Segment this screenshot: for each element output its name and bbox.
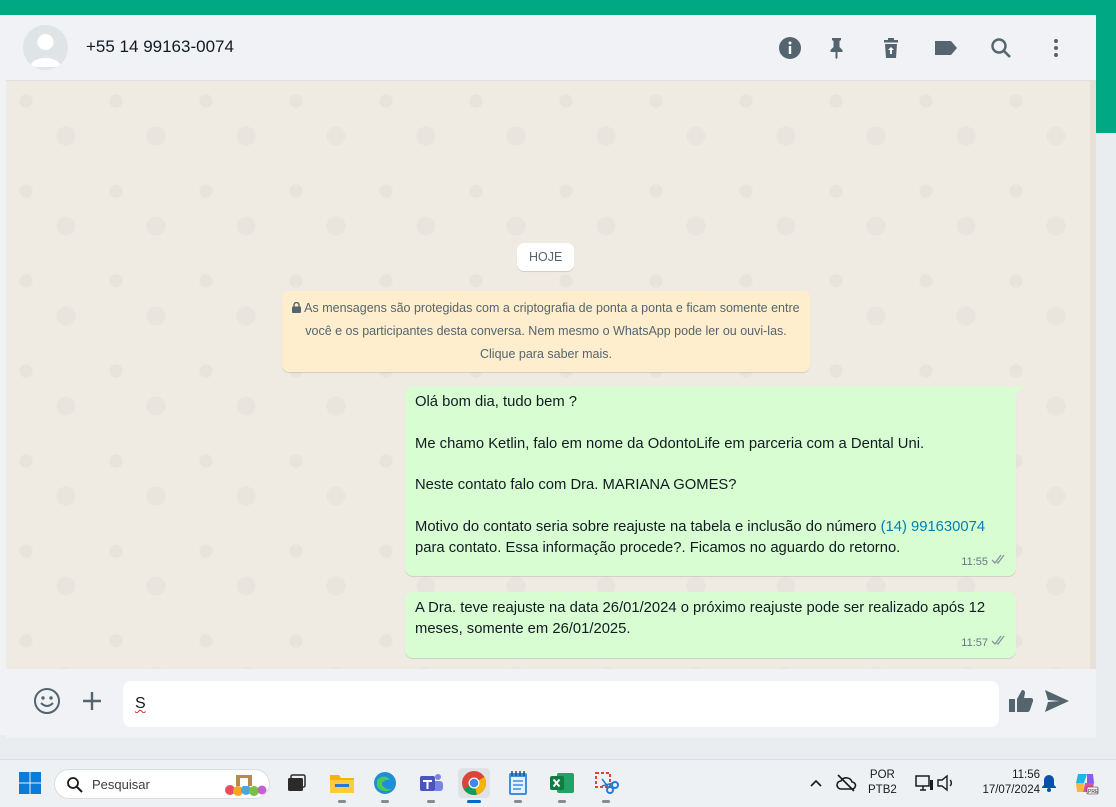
clock[interactable]: 11:56 17/07/2024: [970, 768, 1040, 798]
encryption-notice-text: As mensagens são protegidas com a cripto…: [304, 301, 800, 361]
edge-browser-icon[interactable]: [370, 768, 400, 803]
avatar[interactable]: [23, 25, 68, 70]
svg-text:PRE: PRE: [1088, 789, 1099, 795]
cloud-off-icon[interactable]: [831, 768, 861, 798]
language-code: POR: [869, 769, 895, 781]
excel-icon[interactable]: [547, 768, 577, 803]
windows-taskbar: Pesquisar POR PTB2 11:56 17/07/2024 PRE: [0, 759, 1116, 807]
pin-icon[interactable]: [824, 35, 850, 61]
message-text-line: Motivo do contato seria sobre reajuste n…: [415, 517, 1006, 559]
outgoing-message[interactable]: A Dra. teve reajuste na data 26/01/2024 …: [405, 592, 1016, 658]
file-explorer-icon[interactable]: [327, 768, 357, 803]
message-text: A Dra. teve reajuste na data 26/01/2024 …: [415, 600, 986, 637]
task-view-icon[interactable]: [281, 768, 311, 798]
search-highlight-icon: [220, 772, 268, 803]
keyboard-layout: PTB2: [868, 784, 897, 796]
thumbs-up-icon[interactable]: [1006, 686, 1036, 716]
outgoing-message[interactable]: Olá bom dia, tudo bem ? Me chamo Ketlin,…: [405, 386, 1024, 577]
top-accent-band: [0, 0, 1116, 15]
volume-icon[interactable]: [931, 768, 961, 798]
notification-bell-icon[interactable]: [1034, 768, 1064, 798]
copilot-icon[interactable]: PRE: [1071, 768, 1101, 798]
search-icon: [66, 776, 83, 798]
taskbar-search[interactable]: Pesquisar: [54, 769, 270, 799]
encryption-notice[interactable]: As mensagens são protegidas com a cripto…: [282, 291, 810, 372]
message-time: 11:57: [961, 636, 988, 649]
message-text-line: Neste contato falo com Dra. MARIANA GOME…: [415, 477, 737, 494]
windows-start-icon[interactable]: [15, 768, 45, 798]
composer: [6, 669, 1096, 738]
chat-header: +55 14 99163-0074: [6, 15, 1096, 81]
message-text: para contato. Essa informação procede?. …: [415, 539, 901, 556]
double-check-icon: [991, 552, 1007, 573]
send-icon[interactable]: [1042, 686, 1072, 716]
message-text-line: Me chamo Ketlin, falo em nome da OdontoL…: [415, 435, 925, 452]
right-accent-strip: [1096, 15, 1116, 133]
double-check-icon: [991, 633, 1007, 654]
teams-icon[interactable]: [416, 768, 446, 803]
label-icon[interactable]: [933, 35, 959, 61]
message-list[interactable]: HOJE As mensagens são protegidas com a c…: [6, 81, 1096, 669]
message-text: Motivo do contato seria sobre reajuste n…: [415, 518, 881, 535]
message-time: 11:55: [961, 555, 988, 568]
contact-name[interactable]: +55 14 99163-0074: [86, 37, 234, 57]
message-text-line: Olá bom dia, tudo bem ?: [415, 394, 578, 410]
info-icon[interactable]: [777, 35, 803, 61]
chevron-up-icon[interactable]: [801, 768, 831, 798]
message-input[interactable]: [123, 681, 999, 727]
input-language[interactable]: POR PTB2: [868, 768, 897, 798]
message-meta: 11:57: [961, 633, 1007, 654]
date-divider: HOJE: [517, 243, 575, 271]
delete-icon[interactable]: [878, 35, 904, 61]
clock-time: 11:56: [1012, 769, 1040, 781]
clock-date: 17/07/2024: [982, 784, 1040, 796]
attach-plus-icon[interactable]: [77, 686, 107, 716]
search-icon[interactable]: [988, 35, 1014, 61]
snipping-tool-icon[interactable]: [591, 768, 621, 803]
notepad-icon[interactable]: [503, 768, 533, 803]
menu-icon[interactable]: [1043, 35, 1069, 61]
scrollbar[interactable]: [1090, 81, 1096, 669]
lock-icon: [292, 301, 304, 315]
taskbar-search-label: Pesquisar: [92, 777, 150, 792]
phone-link[interactable]: (14) 991630074: [881, 519, 986, 535]
whatsapp-chat-window: +55 14 99163-0074 HOJE As mensagens são …: [6, 15, 1096, 738]
message-meta: 11:55: [961, 552, 1007, 573]
bubble-tail: [1014, 386, 1024, 396]
emoji-icon[interactable]: [32, 686, 62, 716]
default-avatar-icon: [30, 34, 61, 67]
chrome-icon[interactable]: [458, 768, 490, 803]
